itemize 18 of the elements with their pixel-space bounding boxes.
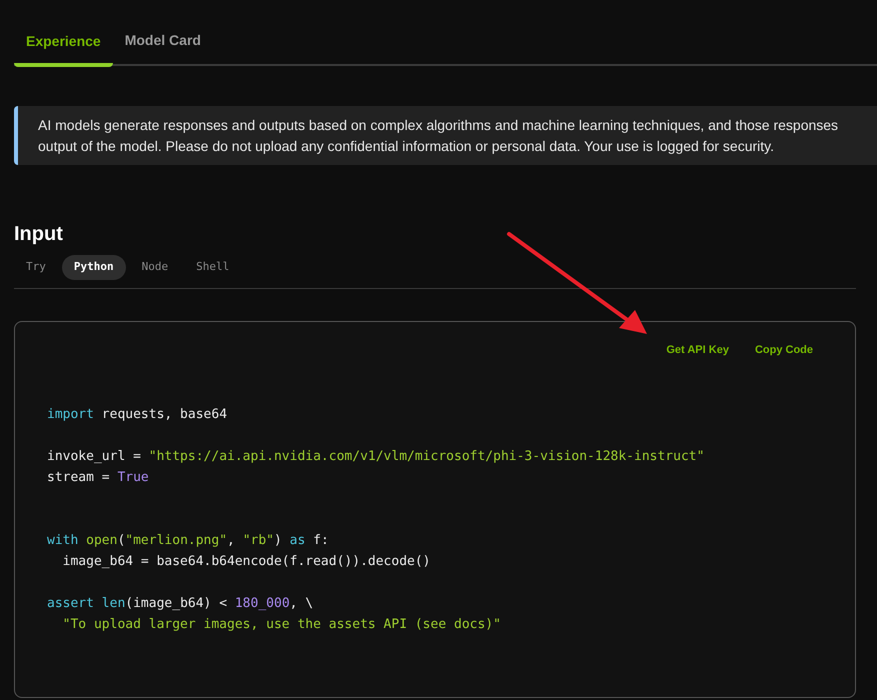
tab[interactable]: Experience bbox=[14, 22, 113, 67]
code-action-link[interactable]: Get API Key bbox=[666, 342, 729, 358]
tab[interactable]: Model Card bbox=[112, 22, 213, 64]
code-line: image_b64 = base64.b64encode(f.read()).decode() bbox=[62, 553, 431, 571]
notice-text: output of the model. Please do not upload any confidential information or personal data. Your use is logged for security. bbox=[38, 137, 775, 156]
code-line: "To upload larger images, use the assets API (see docs)" bbox=[62, 616, 501, 634]
code-language-tab[interactable]: Try bbox=[14, 255, 58, 280]
code-line: invoke_url = "https://ai.api.nvidia.com/v1/vlm/microsoft/phi-3-vision-128k-instruct" bbox=[47, 448, 704, 466]
section-title: Input bbox=[14, 222, 64, 247]
code-language-tab[interactable]: Node bbox=[130, 255, 180, 280]
code-language-tab[interactable]: Python bbox=[62, 255, 126, 280]
code-language-tab[interactable]: Shell bbox=[184, 255, 242, 280]
code-action-link[interactable]: Copy Code bbox=[754, 342, 813, 358]
notice-text: AI models generate responses and outputs based on complex algorithms and machine learning techniques, and those responses bbox=[38, 116, 840, 135]
code-line: import requests, base64 bbox=[47, 406, 228, 424]
code-line: assert len(image_b64) < 180_000, \ bbox=[47, 595, 314, 613]
code-line: with open("merlion.png", "rb") as f: bbox=[47, 532, 329, 550]
code-line: stream = True bbox=[47, 469, 149, 487]
